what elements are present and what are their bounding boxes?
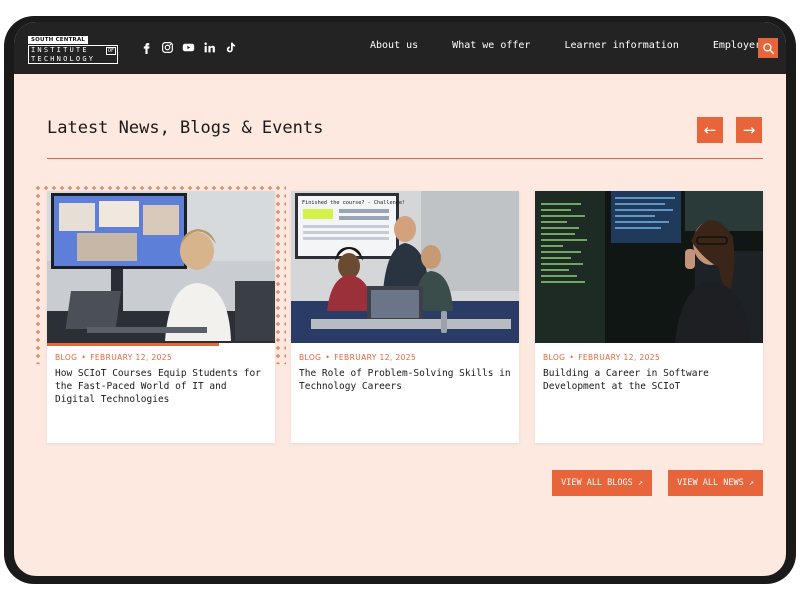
- logo-line-2: TECHNOLOGY: [31, 54, 96, 63]
- section-divider: [47, 158, 763, 159]
- site-logo[interactable]: SOUTH CENTRAL INSTITUTE OF TECHNOLOGY: [28, 36, 118, 64]
- view-all-news-button[interactable]: VIEW ALL NEWS ↗: [668, 470, 763, 496]
- instagram-icon[interactable]: [161, 41, 174, 54]
- card-meta: BLOG • FEBRUARY 12, 2025: [299, 353, 416, 362]
- logo-line-1: INSTITUTE: [31, 46, 89, 54]
- browser-viewport: SOUTH CENTRAL INSTITUTE OF TECHNOLOGY Ab…: [14, 22, 786, 576]
- device-frame: SOUTH CENTRAL INSTITUTE OF TECHNOLOGY Ab…: [4, 16, 796, 584]
- card-meta: BLOG • FEBRUARY 12, 2025: [55, 353, 172, 362]
- section-title: Latest News, Blogs & Events: [47, 118, 324, 138]
- view-all-news-label: VIEW ALL NEWS: [677, 478, 744, 488]
- card-image-team-collaboration[interactable]: Finished the course? - Challenge!: [291, 191, 519, 343]
- search-button[interactable]: [758, 38, 778, 58]
- meta-separator: •: [325, 353, 331, 362]
- arrow-right-icon: →: [742, 121, 756, 139]
- search-icon: [762, 42, 774, 54]
- card-category[interactable]: BLOG: [299, 353, 321, 362]
- card-title[interactable]: The Role of Problem-Solving Skills in Te…: [299, 367, 511, 393]
- site-header: SOUTH CENTRAL INSTITUTE OF TECHNOLOGY Ab…: [14, 22, 786, 74]
- card-title[interactable]: Building a Career in Software Developmen…: [543, 367, 755, 393]
- card-image-classroom-laptop[interactable]: [47, 191, 275, 343]
- card-date: FEBRUARY 12, 2025: [90, 353, 173, 362]
- nav-what-we-offer[interactable]: What we offer: [452, 40, 530, 51]
- arrow-up-right-icon: ↗: [748, 478, 754, 488]
- card-image-software-developer[interactable]: [535, 191, 763, 343]
- meta-separator: •: [569, 353, 575, 362]
- arrow-left-icon: ←: [703, 121, 717, 139]
- nav-about-us[interactable]: About us: [370, 40, 418, 51]
- arrow-up-right-icon: ↗: [637, 478, 643, 488]
- logo-of: OF: [105, 47, 116, 55]
- meta-separator: •: [81, 353, 87, 362]
- view-all-blogs-label: VIEW ALL BLOGS: [561, 478, 633, 488]
- logo-small-label: SOUTH CENTRAL: [28, 36, 89, 44]
- facebook-icon[interactable]: [140, 41, 153, 54]
- news-card-1[interactable]: BLOG • FEBRUARY 12, 2025 How SCIoT Courses…: [47, 191, 275, 443]
- card-accent-strip: [47, 343, 219, 346]
- card-category[interactable]: BLOG: [55, 353, 77, 362]
- nav-learner-information[interactable]: Learner information: [564, 40, 678, 51]
- linkedin-icon[interactable]: [203, 41, 216, 54]
- card-meta: BLOG • FEBRUARY 12, 2025: [543, 353, 660, 362]
- card-category[interactable]: BLOG: [543, 353, 565, 362]
- youtube-icon[interactable]: [182, 41, 195, 54]
- card-date: FEBRUARY 12, 2025: [334, 353, 417, 362]
- tiktok-icon[interactable]: [224, 41, 237, 54]
- news-card-2[interactable]: Finished the course? - Challenge! BLOG •…: [291, 191, 519, 443]
- card-title[interactable]: How SCIoT Courses Equip Students for the…: [55, 367, 267, 406]
- view-all-blogs-button[interactable]: VIEW ALL BLOGS ↗: [552, 470, 652, 496]
- main-nav: About us What we offer Learner informati…: [370, 40, 786, 51]
- news-card-3[interactable]: BLOG • FEBRUARY 12, 2025 Building a Career…: [535, 191, 763, 443]
- card-date: FEBRUARY 12, 2025: [578, 353, 661, 362]
- carousel-next-button[interactable]: →: [736, 117, 762, 143]
- screen-text: Finished the course? - Challenge!: [302, 200, 405, 206]
- social-links: [140, 41, 237, 54]
- carousel-prev-button[interactable]: ←: [697, 117, 723, 143]
- logo-wordmark: INSTITUTE OF TECHNOLOGY: [28, 45, 118, 64]
